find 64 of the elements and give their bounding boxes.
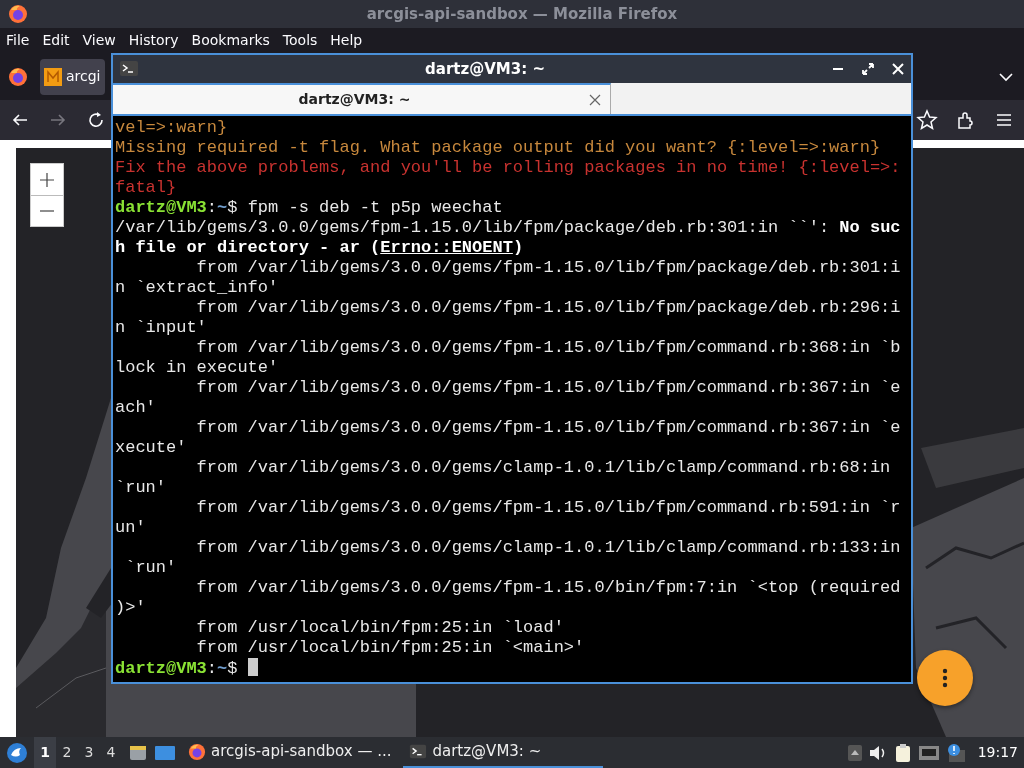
minus-icon: [39, 210, 55, 212]
terminal-icon: [409, 742, 428, 761]
terminal-line: from /var/lib/gems/3.0.0/gems/fpm-1.15.0/bin/fpm:7:in `<top (required: [195, 578, 901, 598]
star-icon[interactable]: [916, 109, 938, 131]
firefox-icon[interactable]: [8, 66, 28, 87]
menu-item[interactable]: History: [128, 30, 179, 51]
terminal-line: n `extract_info': [115, 278, 279, 298]
firefox-icon: [8, 4, 28, 24]
window-title: arcgis-api-sandbox — Mozilla Firefox: [366, 4, 678, 23]
workspace-button[interactable]: 4: [100, 737, 122, 768]
terminal-line: fatal}: [115, 178, 177, 198]
page-icon: [44, 67, 62, 86]
terminal-line: from /var/lib/gems/3.0.0/gems/clamp-1.0.1/lib/clamp/command.rb:68:in: [195, 458, 891, 478]
taskbar-button[interactable]: arcgis-api-sandbox — ...: [182, 737, 398, 768]
more-icon: [942, 668, 948, 688]
terminal-line: from /var/lib/gems/3.0.0/gems/clamp-1.0.1/lib/clamp/command.rb:133:in: [195, 538, 901, 558]
terminal-line: Missing required -t flag. What package output did you want? {:level=>:warn}: [115, 138, 881, 158]
terminal-line: dartz@VM3:~$ fpm -s deb -t p5p weechat: [115, 198, 503, 218]
terminal-line: ach': [115, 398, 156, 418]
maximize-icon[interactable]: [861, 62, 875, 76]
reload-icon[interactable]: [86, 110, 106, 130]
terminal-line: vel=>:warn}: [115, 118, 228, 138]
menu-item[interactable]: Bookmarks: [191, 30, 270, 51]
terminal-line: from /var/lib/gems/3.0.0/gems/fpm-1.15.0/lib/fpm/package/deb.rb:296:i: [195, 298, 901, 318]
workspace-button[interactable]: 3: [78, 737, 100, 768]
terminal-line: dartz@VM3:~$: [115, 658, 258, 678]
terminal-line: `run': [115, 478, 166, 498]
terminal-line: `run': [124, 558, 177, 578]
firefox-icon: [188, 742, 206, 761]
menu-item[interactable]: Help: [330, 30, 363, 51]
puzzle-icon[interactable]: [956, 110, 976, 130]
terminal-line: xecute': [115, 438, 187, 458]
terminal-line: h file or directory - ar (Errno::ENOENT): [115, 238, 524, 258]
terminal-line: from /usr/local/bin/fpm:25:in `load': [195, 618, 564, 638]
plus-icon: [39, 171, 55, 188]
terminal-line: un': [115, 518, 146, 538]
taskbar-button[interactable]: dartz@VM3: ~: [403, 737, 604, 768]
close-icon[interactable]: [588, 92, 602, 107]
network-icon[interactable]: [917, 743, 940, 762]
terminal-line: from /usr/local/bin/fpm:25:in `<main>': [195, 638, 585, 658]
menu-item[interactable]: Edit: [42, 30, 70, 51]
start-menu-icon[interactable]: [6, 741, 28, 764]
notification-icon[interactable]: [945, 742, 966, 763]
window-title: dartz@VM3: ~: [425, 59, 545, 78]
menu-item[interactable]: View: [82, 30, 116, 51]
terminal-line: from /var/lib/gems/3.0.0/gems/fpm-1.15.0/lib/fpm/command.rb:368:in `b: [195, 338, 901, 358]
terminal-line: n `input': [115, 318, 207, 338]
workspace-button[interactable]: 2: [56, 737, 78, 768]
terminal-line: from /var/lib/gems/3.0.0/gems/fpm-1.15.0/lib/fpm/package/deb.rb:301:i: [195, 258, 901, 278]
menu-item[interactable]: File: [6, 30, 30, 51]
terminal-icon: [119, 59, 139, 79]
terminal-line: from /var/lib/gems/3.0.0/gems/fpm-1.15.0/lib/fpm/command.rb:367:in `e: [195, 378, 901, 398]
terminal-line: lock in execute': [115, 358, 279, 378]
terminal-line: from /var/lib/gems/3.0.0/gems/fpm-1.15.0/lib/fpm/command.rb:367:in `e: [195, 418, 901, 438]
terminal-tab[interactable]: dartz@VM3: ~: [113, 83, 611, 114]
clipboard-icon[interactable]: [893, 742, 912, 763]
terminal-line: from /var/lib/gems/3.0.0/gems/fpm-1.15.0/lib/fpm/command.rb:591:in `r: [195, 498, 901, 518]
workspace-button[interactable]: 1: [34, 737, 56, 768]
terminal-line: /var/lib/gems/3.0.0/gems/fpm-1.15.0/lib/fpm/package/deb.rb:301:in ``': No suc: [115, 218, 901, 238]
terminal-line: Fix the above problems, and you'll be rolling packages in no time! {:level=>:: [115, 158, 901, 178]
terminal-line: )>': [115, 598, 146, 618]
browser-tab[interactable]: arcgi: [40, 58, 105, 95]
clock[interactable]: 19:17: [977, 742, 1018, 763]
menu-item[interactable]: Tools: [282, 30, 318, 51]
